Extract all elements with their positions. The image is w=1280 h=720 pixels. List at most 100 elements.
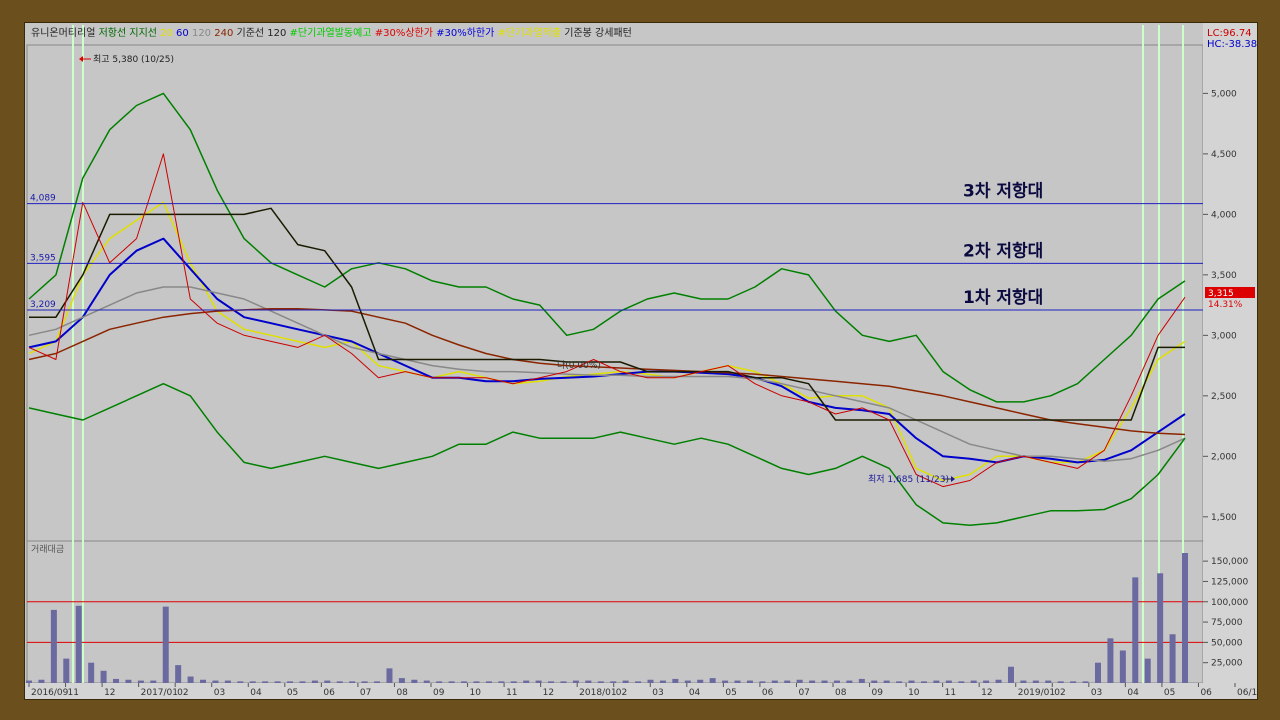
volume-bar[interactable] [697, 679, 704, 683]
volume-bar[interactable] [659, 680, 666, 683]
volume-bar[interactable] [908, 680, 915, 683]
volume-bar[interactable] [262, 681, 269, 683]
volume-bar[interactable] [610, 681, 617, 683]
volume-bar[interactable] [635, 681, 642, 683]
volume-bar[interactable] [324, 680, 331, 683]
volume-bar[interactable] [311, 680, 318, 683]
volume-bar[interactable] [1157, 573, 1164, 683]
volume-bar[interactable] [423, 680, 430, 683]
volume-bar[interactable] [684, 680, 691, 683]
volume-bar[interactable] [88, 662, 95, 683]
volume-bar[interactable] [1169, 634, 1176, 683]
volume-bar[interactable] [473, 681, 480, 683]
volume-bar[interactable] [560, 681, 567, 683]
volume-bar[interactable] [436, 681, 443, 683]
volume-bar[interactable] [162, 606, 169, 683]
volume-bar[interactable] [809, 680, 816, 683]
volume-bar[interactable] [498, 681, 505, 683]
volume-bar[interactable] [1007, 666, 1014, 683]
volume-bar[interactable] [597, 681, 604, 683]
volume-bar[interactable] [722, 680, 729, 683]
volume-bar[interactable] [796, 679, 803, 683]
volume-bar[interactable] [821, 680, 828, 683]
volume-bar[interactable] [63, 658, 70, 683]
volume-bar[interactable] [137, 680, 144, 683]
volume-bar[interactable] [200, 679, 207, 683]
volume-bar[interactable] [100, 670, 107, 683]
volume-bar[interactable] [50, 609, 57, 683]
volume-bar[interactable] [1032, 680, 1039, 683]
volume-bar[interactable] [26, 680, 32, 683]
legend-item: 지지선 [126, 27, 157, 39]
volume-bar[interactable] [896, 681, 903, 683]
volume-bar[interactable] [945, 680, 952, 683]
volume-bar[interactable] [75, 605, 82, 683]
volume-bar[interactable] [237, 681, 244, 683]
x-tick-label: 12 [981, 688, 992, 698]
volume-bar[interactable] [784, 680, 791, 683]
volume-bar[interactable] [485, 681, 492, 683]
x-tick-label: 2018/01 [579, 688, 616, 698]
volume-bar[interactable] [970, 680, 977, 683]
volume-bar[interactable] [125, 679, 132, 683]
volume-bar[interactable] [299, 681, 306, 683]
volume-bar[interactable] [175, 665, 182, 683]
volume-bar[interactable] [958, 681, 965, 683]
volume-bar[interactable] [187, 676, 194, 684]
volume-panel[interactable] [26, 540, 1204, 684]
volume-bar[interactable] [672, 678, 679, 683]
volume-bar[interactable] [771, 680, 778, 683]
volume-bar[interactable] [759, 681, 766, 683]
volume-bar[interactable] [510, 681, 517, 683]
volume-bar[interactable] [461, 681, 468, 683]
volume-bar[interactable] [647, 679, 654, 683]
volume-bar[interactable] [871, 680, 878, 683]
volume-bar[interactable] [386, 668, 393, 683]
x-tick-label: 09 [872, 688, 884, 698]
volume-bar[interactable] [1057, 681, 1064, 683]
volume-bar[interactable] [1182, 553, 1188, 683]
volume-bar[interactable] [361, 681, 368, 683]
volume-bar[interactable] [1144, 658, 1151, 683]
volume-bar[interactable] [883, 680, 890, 683]
volume-bar[interactable] [846, 680, 853, 683]
volume-bar[interactable] [995, 679, 1002, 683]
volume-bar[interactable] [548, 681, 555, 683]
volume-bar[interactable] [709, 678, 716, 683]
volume-bar[interactable] [1082, 681, 1089, 683]
volume-bar[interactable] [398, 678, 405, 683]
volume-bar[interactable] [734, 680, 741, 683]
volume-bar[interactable] [287, 681, 294, 683]
volume-bar[interactable] [858, 678, 865, 683]
volume-bar[interactable] [374, 681, 381, 683]
volume-bar[interactable] [274, 681, 281, 683]
volume-bar[interactable] [38, 679, 45, 683]
volume-bar[interactable] [833, 680, 840, 683]
volume-bar[interactable] [1107, 638, 1114, 683]
volume-bar[interactable] [349, 681, 356, 683]
volume-bar[interactable] [933, 680, 940, 683]
resistance-value-label: 3,209 [30, 300, 56, 310]
volume-bar[interactable] [113, 678, 120, 683]
volume-bar[interactable] [1132, 577, 1139, 683]
volume-bar[interactable] [249, 681, 256, 683]
volume-bar[interactable] [1119, 650, 1126, 684]
volume-bar[interactable] [746, 680, 753, 683]
volume-bar[interactable] [1070, 681, 1077, 683]
volume-bar[interactable] [336, 681, 343, 683]
volume-bar[interactable] [622, 680, 629, 683]
volume-bar[interactable] [1020, 680, 1027, 683]
volume-bar[interactable] [411, 679, 418, 683]
volume-bar[interactable] [448, 681, 455, 683]
volume-bar[interactable] [150, 680, 157, 683]
volume-bar[interactable] [1045, 680, 1052, 683]
volume-bar[interactable] [983, 680, 990, 683]
volume-bar[interactable] [535, 680, 542, 683]
volume-bar[interactable] [1094, 662, 1101, 683]
volume-bar[interactable] [523, 680, 530, 683]
volume-bar[interactable] [572, 680, 579, 683]
volume-bar[interactable] [585, 680, 592, 683]
volume-bar[interactable] [212, 680, 219, 683]
volume-bar[interactable] [920, 681, 927, 683]
volume-bar[interactable] [224, 680, 231, 683]
